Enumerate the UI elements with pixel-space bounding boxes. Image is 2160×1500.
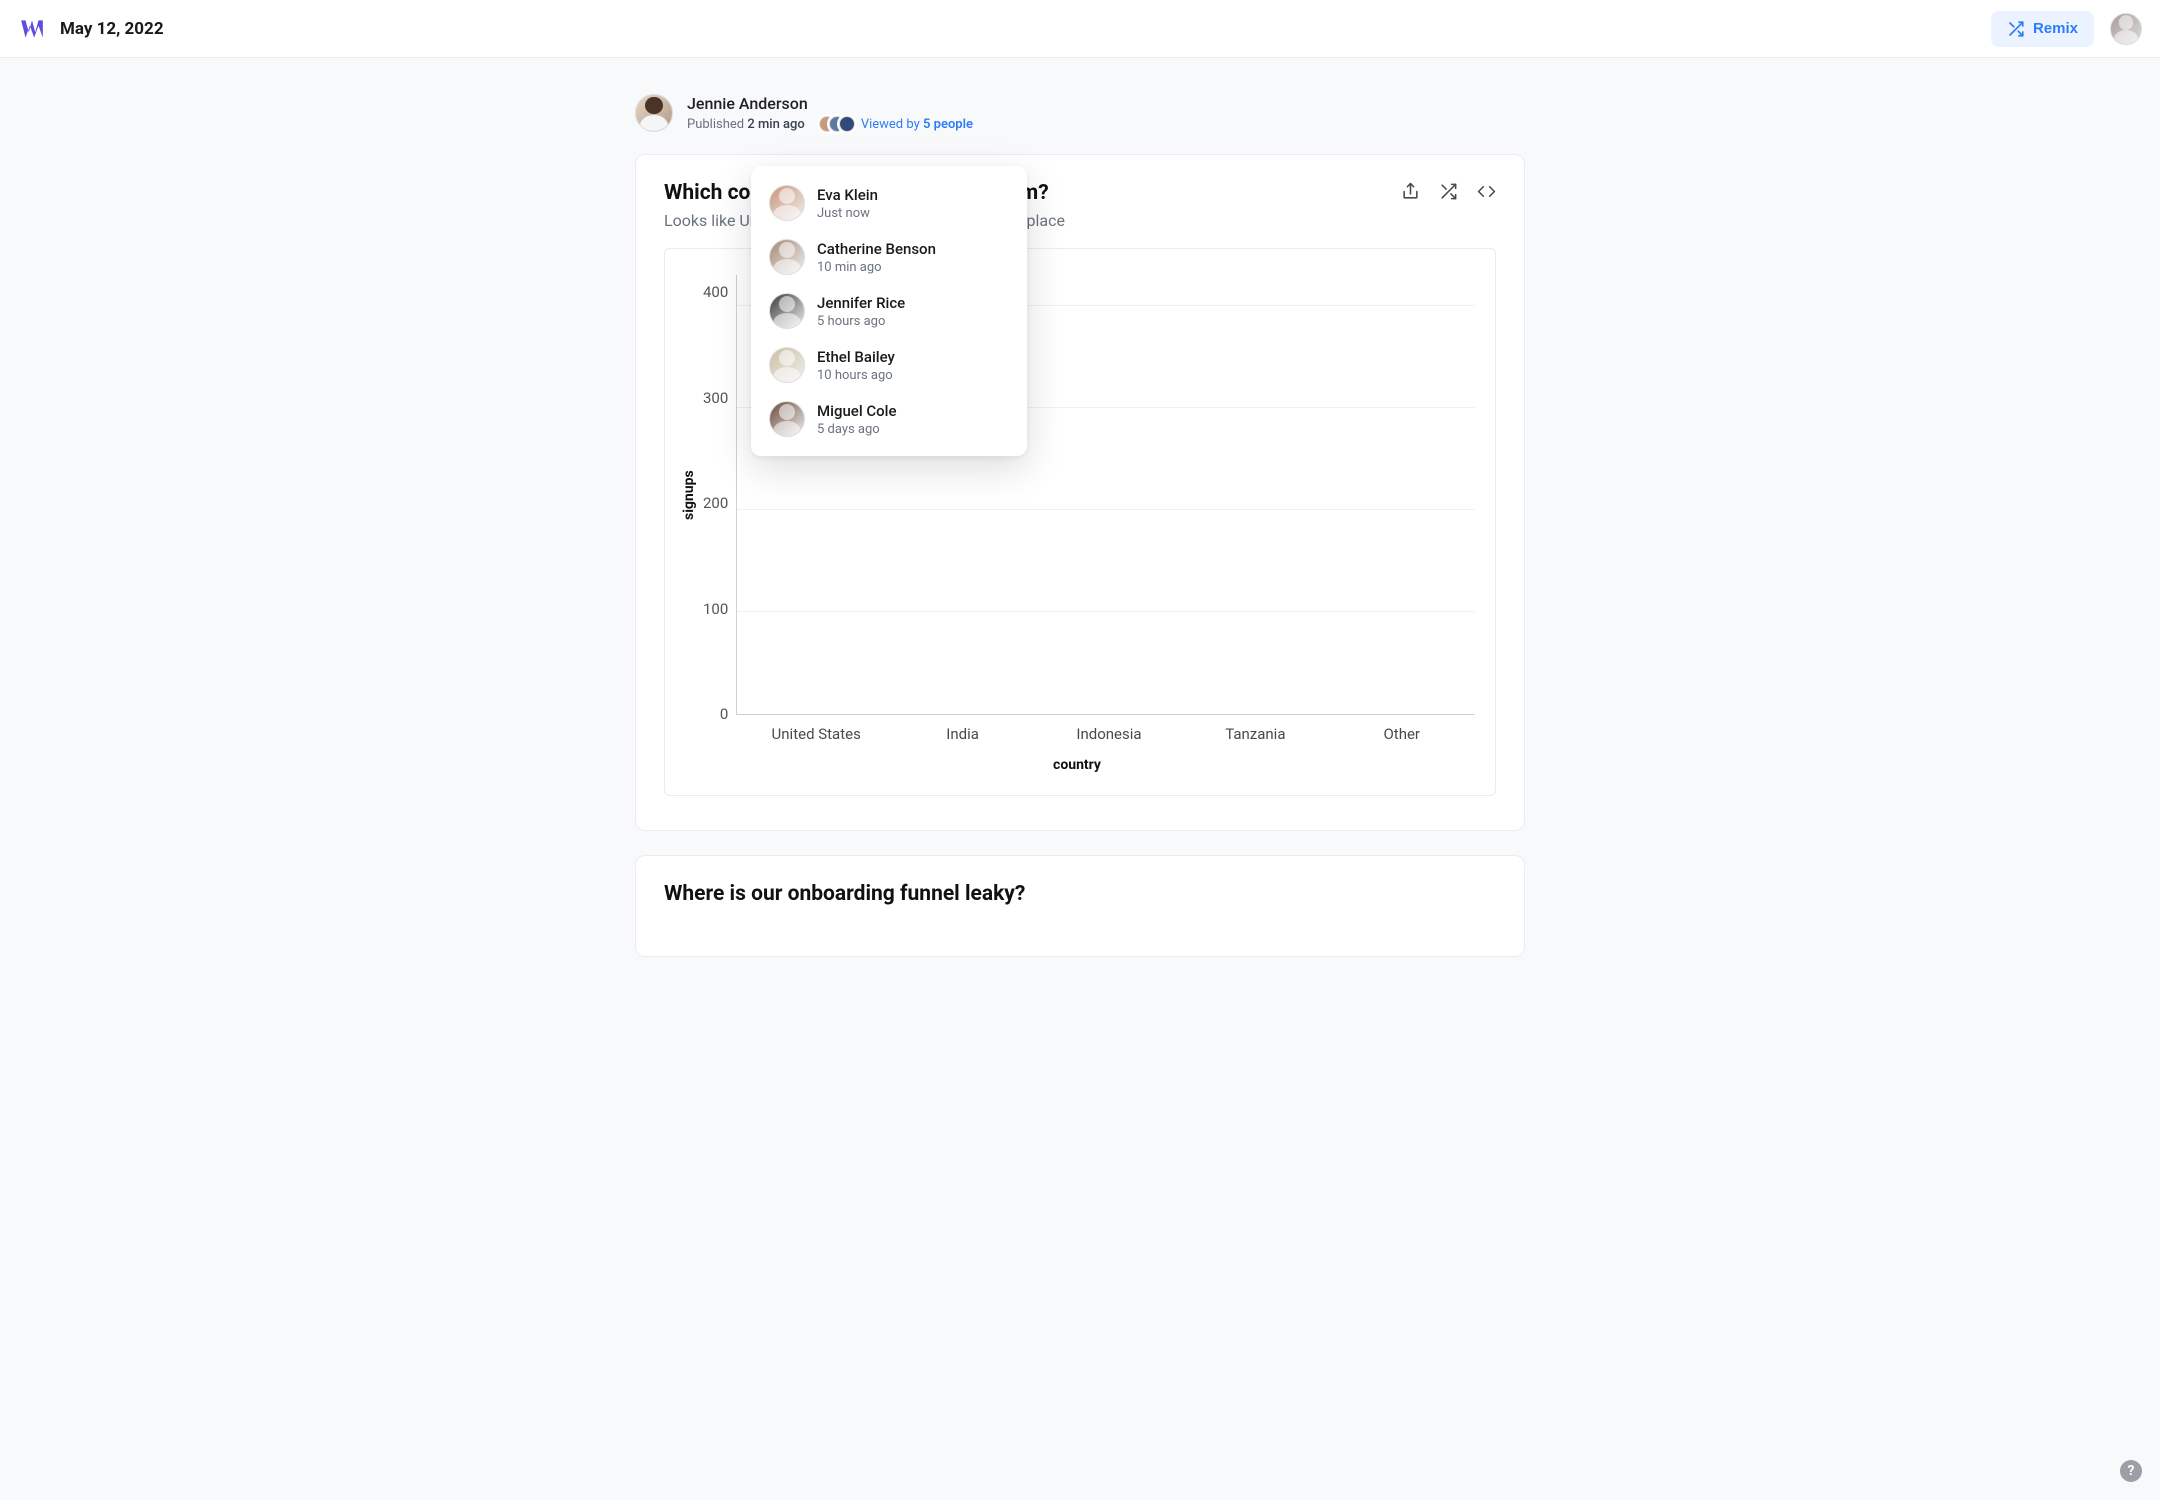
card-onboarding-funnel: Where is our onboarding funnel leaky?: [635, 855, 1525, 957]
viewer-time: 5 days ago: [817, 422, 897, 437]
page-date-title: May 12, 2022: [60, 19, 164, 39]
card-action-bar: [1400, 181, 1496, 201]
x-axis-label: country: [679, 757, 1475, 773]
remix-label: Remix: [2033, 20, 2078, 37]
topbar: May 12, 2022 Remix: [0, 0, 2160, 58]
x-tick-label: Tanzania: [1189, 725, 1321, 743]
viewer-item[interactable]: Catherine Benson 10 min ago: [751, 230, 1027, 284]
app-logo[interactable]: [18, 15, 46, 43]
remix-button[interactable]: Remix: [1991, 11, 2094, 47]
viewer-avatar: [769, 347, 805, 383]
x-tick-label: United States: [750, 725, 882, 743]
shuffle-icon: [1439, 182, 1458, 201]
x-axis-labels: United States India Indonesia Tanzania Other: [743, 725, 1475, 743]
card-title: Where is our onboarding funnel leaky?: [664, 882, 1496, 906]
x-tick-label: India: [897, 725, 1029, 743]
viewer-item[interactable]: Eva Klein Just now: [751, 176, 1027, 230]
viewer-name: Eva Klein: [817, 186, 878, 204]
viewer-time: Just now: [817, 206, 878, 221]
viewer-item[interactable]: Ethel Bailey 10 hours ago: [751, 338, 1027, 392]
share-button[interactable]: [1400, 181, 1420, 201]
y-axis-label: signups: [679, 275, 699, 715]
viewer-avatar: [769, 293, 805, 329]
viewer-time: 10 min ago: [817, 260, 936, 275]
code-button[interactable]: [1476, 181, 1496, 201]
viewer-avatar: [769, 185, 805, 221]
viewed-by-text: Viewed by 5 people: [861, 117, 973, 132]
viewer-time: 5 hours ago: [817, 314, 905, 329]
author-name: Jennie Anderson: [687, 94, 973, 113]
viewers-toggle[interactable]: Viewed by 5 people: [819, 116, 973, 132]
logo-w-icon: [19, 16, 45, 42]
viewer-avatar: [769, 239, 805, 275]
viewers-popover: Eva Klein Just now Catherine Benson 10 min …: [751, 166, 1027, 456]
share-icon: [1401, 182, 1420, 201]
help-button[interactable]: ?: [2120, 1460, 2142, 1482]
author-row: Jennie Anderson Published 2 min ago View…: [635, 94, 1525, 132]
y-tick: 200: [703, 494, 728, 512]
viewer-name: Miguel Cole: [817, 402, 897, 420]
grid-line: [737, 509, 1475, 510]
page-content: Jennie Anderson Published 2 min ago View…: [625, 58, 1535, 1041]
code-icon: [1477, 182, 1496, 201]
author-avatar[interactable]: [635, 94, 673, 132]
viewer-item[interactable]: Jennifer Rice 5 hours ago: [751, 284, 1027, 338]
y-axis-ticks: 4003002001000: [699, 275, 736, 715]
published-meta: Published 2 min ago: [687, 117, 805, 132]
y-tick: 0: [703, 705, 728, 723]
x-tick-label: Indonesia: [1043, 725, 1175, 743]
y-tick: 300: [703, 389, 728, 407]
grid-line: [737, 611, 1475, 612]
shuffle-icon: [2007, 20, 2025, 38]
viewer-time: 10 hours ago: [817, 368, 895, 383]
y-tick: 400: [703, 283, 728, 301]
viewers-avatar-stack: [819, 116, 855, 132]
viewer-name: Ethel Bailey: [817, 348, 895, 366]
viewer-item[interactable]: Miguel Cole 5 days ago: [751, 392, 1027, 446]
viewer-name: Catherine Benson: [817, 240, 936, 258]
y-tick: 100: [703, 600, 728, 618]
user-avatar[interactable]: [2110, 13, 2142, 45]
viewer-name: Jennifer Rice: [817, 294, 905, 312]
viewer-avatar: [769, 401, 805, 437]
remix-card-button[interactable]: [1438, 181, 1458, 201]
x-tick-label: Other: [1336, 725, 1468, 743]
